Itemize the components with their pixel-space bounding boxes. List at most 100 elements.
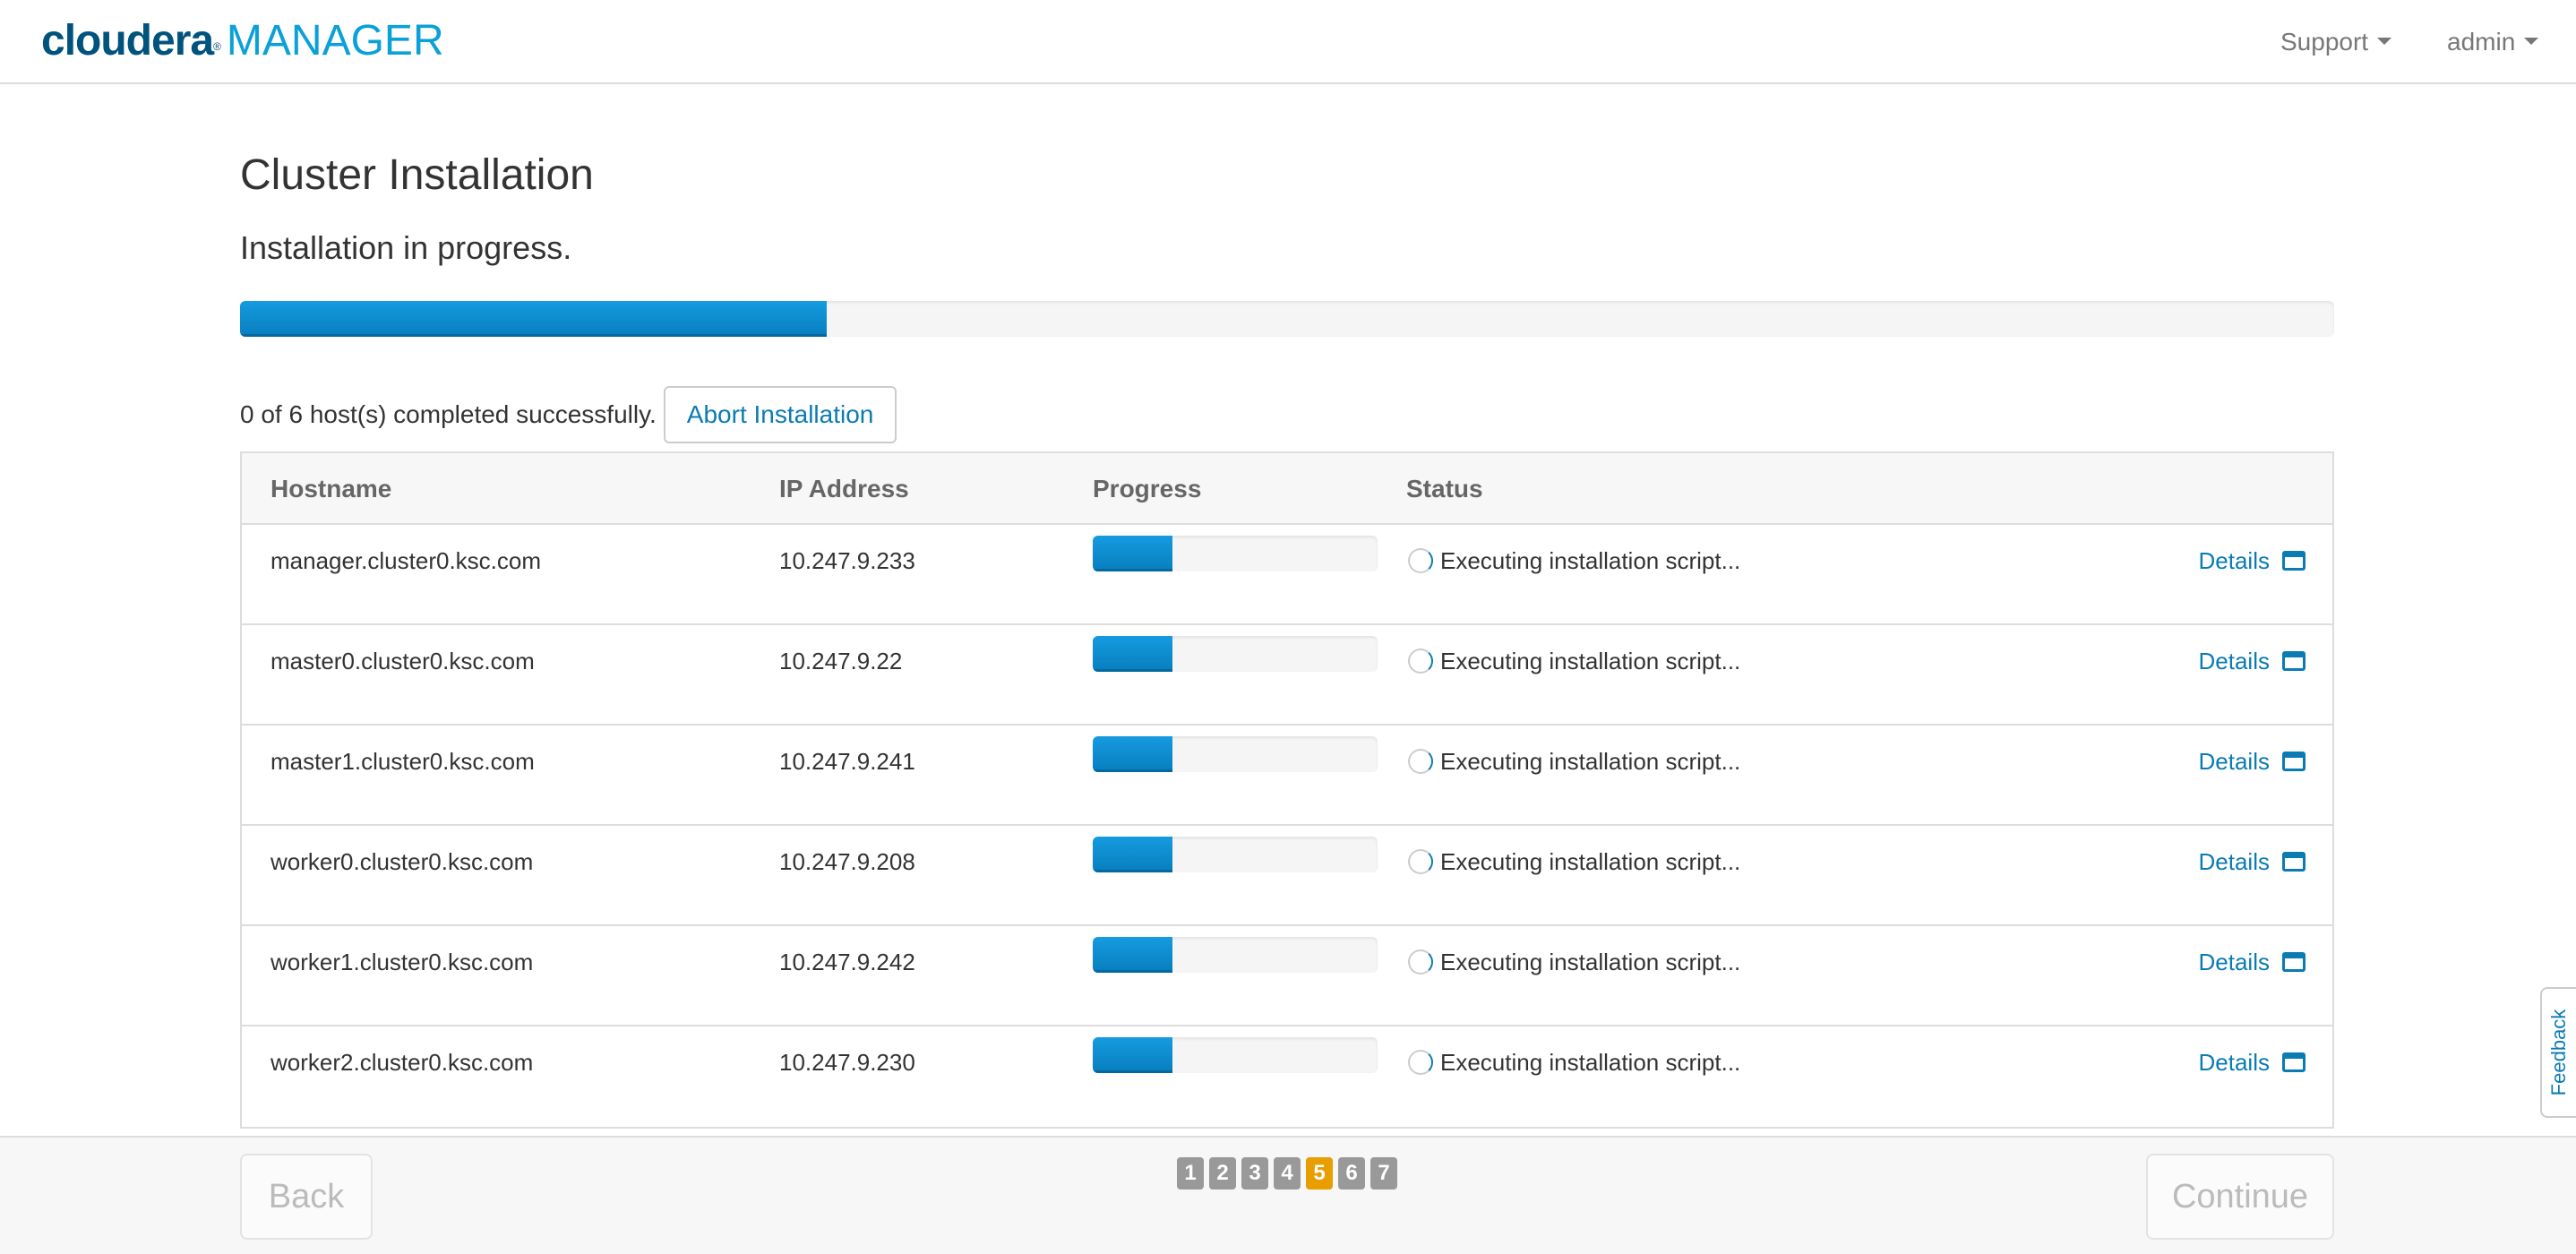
status-cell: Executing installation script...	[1408, 545, 1740, 577]
host-progress-bar	[1093, 536, 1378, 571]
details-label: Details	[2198, 1049, 2270, 1076]
details-label: Details	[2198, 848, 2270, 875]
host-progress-bar	[1093, 1037, 1378, 1073]
details-link[interactable]: Details	[2199, 1046, 2306, 1078]
column-header-ip-address: IP Address	[779, 475, 909, 502]
spinner-icon	[1408, 949, 1433, 975]
ip-address-cell: 10.247.9.233	[779, 547, 915, 574]
wizard-step-7[interactable]: 7	[1370, 1157, 1397, 1190]
status-text: Executing installation script...	[1440, 648, 1741, 674]
logo-brand: cloudera	[41, 17, 214, 64]
host-progress-fill	[1093, 636, 1173, 672]
cloudera-manager-logo[interactable]: cloudera® MANAGER	[41, 16, 444, 66]
wizard-step-3[interactable]: 3	[1241, 1157, 1268, 1190]
wizard-step-5[interactable]: 5	[1306, 1157, 1333, 1190]
details-label: Details	[2198, 648, 2270, 674]
host-progress-bar	[1093, 937, 1378, 973]
summary-line: 0 of 6 host(s) completed successfully. A…	[240, 385, 897, 444]
ip-address-cell: 10.247.9.242	[779, 949, 915, 975]
wizard-steps: 1234567	[1177, 1157, 1397, 1190]
admin-menu[interactable]: admin	[2447, 25, 2539, 59]
details-label: Details	[2198, 949, 2270, 975]
details-link[interactable]: Details	[2199, 645, 2306, 677]
status-text: Executing installation script...	[1440, 748, 1741, 775]
popup-window-icon	[2282, 952, 2306, 972]
overall-progress-fill	[240, 301, 827, 337]
wizard-step-6[interactable]: 6	[1338, 1157, 1365, 1190]
details-link[interactable]: Details	[2199, 946, 2306, 978]
spinner-icon	[1408, 749, 1433, 774]
host-progress-fill	[1093, 736, 1173, 772]
column-header-hostname: Hostname	[270, 475, 392, 502]
host-progress-bar	[1093, 837, 1378, 872]
host-progress-bar	[1093, 736, 1378, 772]
hostname-cell: worker2.cluster0.ksc.com	[270, 1049, 534, 1076]
host-progress-fill	[1093, 536, 1173, 571]
column-header-status: Status	[1406, 475, 1483, 502]
hostname-cell: master1.cluster0.ksc.com	[270, 748, 535, 775]
hostname-cell: master0.cluster0.ksc.com	[270, 648, 535, 674]
caret-down-icon	[2524, 37, 2539, 45]
hostname-cell: worker0.cluster0.ksc.com	[270, 848, 534, 875]
wizard-step-1[interactable]: 1	[1177, 1157, 1204, 1190]
details-link[interactable]: Details	[2199, 846, 2306, 878]
wizard-footer: Back 1234567 Continue	[0, 1136, 2576, 1254]
support-menu-label: Support	[2280, 28, 2369, 56]
abort-installation-button[interactable]: Abort Installation	[663, 386, 897, 443]
spinner-icon	[1408, 648, 1433, 674]
popup-window-icon	[2282, 1052, 2306, 1072]
continue-button[interactable]: Continue	[2146, 1154, 2334, 1240]
host-progress-fill	[1093, 1037, 1173, 1073]
feedback-label: Feedback	[2547, 1009, 2570, 1096]
status-text: Executing installation script...	[1440, 1049, 1741, 1076]
table-row: worker0.cluster0.ksc.com 10.247.9.208 Exec…	[242, 826, 2332, 926]
table-row: worker1.cluster0.ksc.com 10.247.9.242 Exec…	[242, 926, 2332, 1026]
hostname-cell: worker1.cluster0.ksc.com	[270, 949, 534, 975]
popup-window-icon	[2282, 852, 2306, 872]
caret-down-icon	[2377, 37, 2392, 45]
top-navbar: cloudera® MANAGER Support admin	[0, 0, 2576, 84]
column-header-progress: Progress	[1093, 475, 1202, 502]
back-button[interactable]: Back	[240, 1154, 373, 1240]
table-row: master1.cluster0.ksc.com 10.247.9.241 Exec…	[242, 726, 2332, 826]
spinner-icon	[1408, 849, 1433, 874]
hosts-completed-summary: 0 of 6 host(s) completed successfully.	[240, 400, 657, 428]
hostname-cell: manager.cluster0.ksc.com	[270, 547, 542, 574]
popup-window-icon	[2282, 752, 2306, 771]
status-cell: Executing installation script...	[1408, 1046, 1740, 1078]
ip-address-cell: 10.247.9.241	[779, 748, 915, 775]
support-menu[interactable]: Support	[2280, 25, 2392, 59]
status-cell: Executing installation script...	[1408, 846, 1740, 878]
hosts-table: Hostname IP Address Progress Status mana…	[240, 451, 2334, 1129]
details-label: Details	[2198, 547, 2270, 574]
installation-status-text: Installation in progress.	[240, 229, 572, 266]
status-text: Executing installation script...	[1440, 848, 1741, 875]
details-link[interactable]: Details	[2199, 745, 2306, 777]
host-progress-fill	[1093, 937, 1173, 973]
host-progress-fill	[1093, 837, 1173, 872]
overall-progress-bar	[240, 301, 2334, 337]
logo-product: MANAGER	[226, 17, 444, 64]
spinner-icon	[1408, 548, 1433, 573]
feedback-tab[interactable]: Feedback	[2540, 987, 2576, 1118]
registered-mark: ®	[213, 40, 221, 53]
table-row: master0.cluster0.ksc.com 10.247.9.22 Execu…	[242, 625, 2332, 726]
wizard-step-2[interactable]: 2	[1209, 1157, 1236, 1190]
status-text: Executing installation script...	[1440, 547, 1741, 574]
table-row: worker2.cluster0.ksc.com 10.247.9.230 Exec…	[242, 1026, 2332, 1127]
ip-address-cell: 10.247.9.230	[779, 1049, 915, 1076]
wizard-step-4[interactable]: 4	[1274, 1157, 1301, 1190]
popup-window-icon	[2282, 551, 2306, 571]
host-progress-bar	[1093, 636, 1378, 672]
details-link[interactable]: Details	[2199, 545, 2306, 577]
table-header: Hostname IP Address Progress Status	[242, 453, 2332, 525]
page-title: Cluster Installation	[240, 151, 594, 199]
table-row: manager.cluster0.ksc.com 10.247.9.233 Exec…	[242, 525, 2332, 625]
popup-window-icon	[2282, 651, 2306, 671]
status-cell: Executing installation script...	[1408, 946, 1740, 978]
status-cell: Executing installation script...	[1408, 745, 1740, 777]
spinner-icon	[1408, 1050, 1433, 1075]
details-label: Details	[2198, 748, 2270, 775]
ip-address-cell: 10.247.9.22	[779, 648, 903, 674]
ip-address-cell: 10.247.9.208	[779, 848, 915, 875]
